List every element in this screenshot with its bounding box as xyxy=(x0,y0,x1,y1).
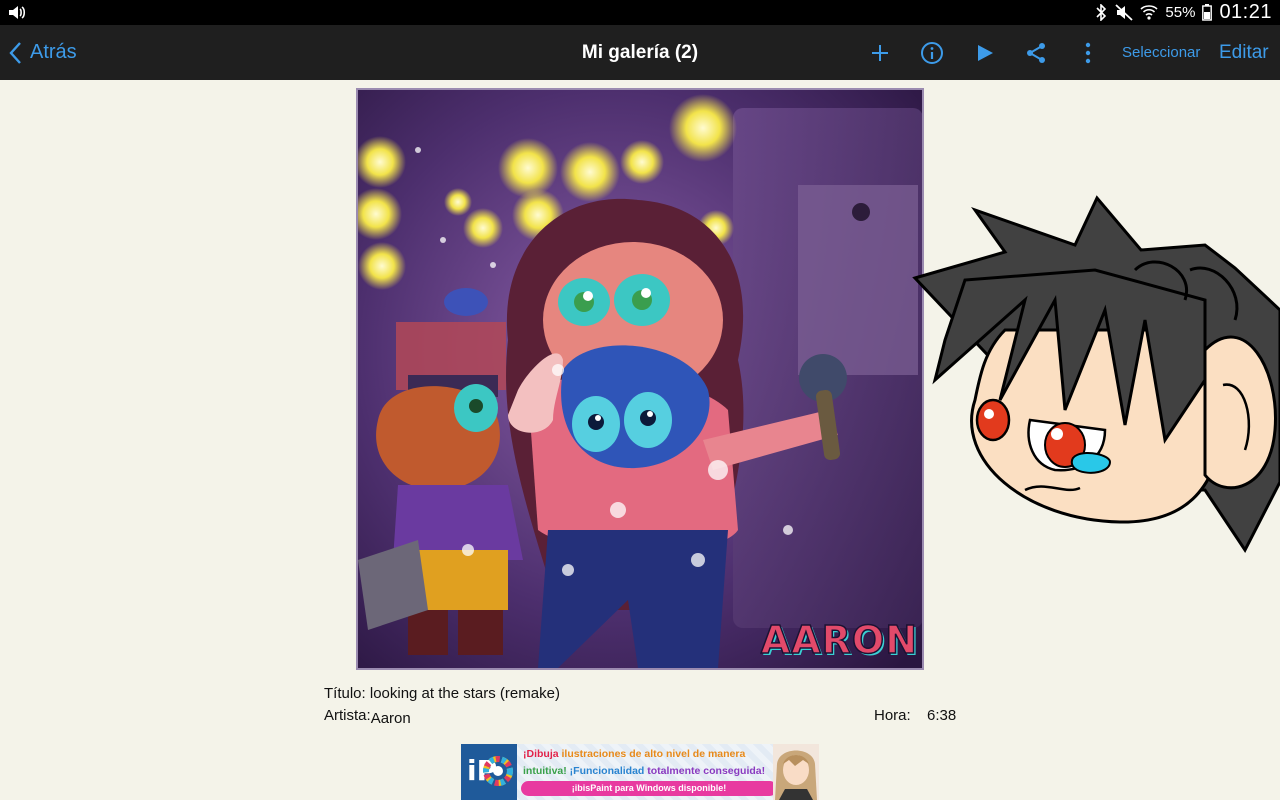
ibispaint-logo: iP xyxy=(461,744,517,800)
volume-icon xyxy=(9,6,26,19)
info-button[interactable] xyxy=(917,38,947,68)
title-value: looking at the stars (remake) xyxy=(369,685,560,702)
title-row: Título: looking at the stars (remake) xyxy=(324,685,560,702)
ad-line-1: ¡Dibuja ilustraciones de alto nivel de m… xyxy=(523,748,746,760)
artist-label: Artista: xyxy=(324,707,371,724)
plus-icon xyxy=(872,45,888,61)
share-button[interactable] xyxy=(1021,38,1051,68)
mute-icon xyxy=(1115,4,1134,21)
time-value: 6:38 xyxy=(927,707,957,724)
wifi-icon xyxy=(1140,5,1158,20)
time-label: Hora: xyxy=(874,707,911,724)
title-label: Título: xyxy=(324,685,366,702)
back-button[interactable]: Atrás xyxy=(8,25,77,80)
ad-banner[interactable]: iP ¡Dibuja ilustraciones de alto nivel d… xyxy=(461,744,819,800)
chevron-left-icon xyxy=(9,41,21,64)
artist-value: Aaron xyxy=(370,710,411,727)
select-button[interactable]: Seleccionar xyxy=(1122,25,1200,80)
color-wheel-icon xyxy=(483,756,513,786)
battery-percent: 55% xyxy=(1165,4,1196,21)
more-button[interactable] xyxy=(1073,38,1103,68)
more-vert-icon xyxy=(1085,42,1091,64)
artist-row: Artista:Aaron xyxy=(324,707,411,727)
add-button[interactable] xyxy=(865,38,895,68)
clock: 01:21 xyxy=(1219,1,1272,23)
ad-cta-button[interactable]: ¡ibisPaint para Windows disponible! xyxy=(521,781,777,796)
info-icon xyxy=(921,42,943,64)
ad-line-2: intuitiva! ¡Funcionalidad totalmente con… xyxy=(523,765,766,777)
battery-icon xyxy=(1202,4,1213,21)
signature-text: AARON xyxy=(760,617,918,663)
bluetooth-icon xyxy=(1096,4,1107,21)
share-icon xyxy=(1027,43,1045,63)
artwork-image[interactable]: AARON xyxy=(356,88,924,670)
play-icon xyxy=(978,45,993,61)
play-button[interactable] xyxy=(970,38,1000,68)
ad-character-image xyxy=(773,744,819,800)
back-label: Atrás xyxy=(30,41,77,63)
crying-boy-sticker xyxy=(912,195,1280,553)
action-bar: Atrás Mi galería (2) Seleccionar Editar xyxy=(0,25,1280,80)
status-bar: 55% 01:21 xyxy=(0,0,1280,25)
edit-button[interactable]: Editar xyxy=(1219,25,1269,80)
